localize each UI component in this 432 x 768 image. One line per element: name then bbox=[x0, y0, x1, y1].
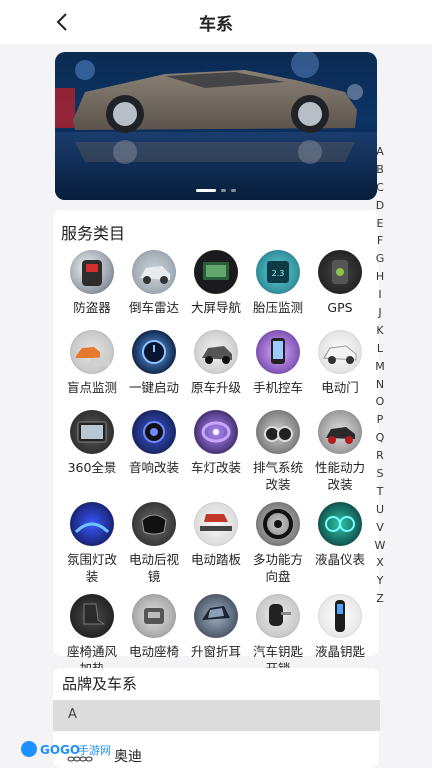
service-item-one-key-start[interactable]: 一键启动 bbox=[123, 330, 185, 410]
index-letter-k[interactable]: K bbox=[371, 322, 389, 340]
service-item-steering-wheel[interactable]: 多功能方向盘 bbox=[247, 502, 309, 594]
index-letter-l[interactable]: L bbox=[371, 340, 389, 358]
index-letter-z[interactable]: Z bbox=[371, 590, 389, 608]
index-letter-m[interactable]: M bbox=[371, 358, 389, 376]
index-letter-t[interactable]: T bbox=[371, 483, 389, 501]
index-letter-e[interactable]: E bbox=[371, 215, 389, 233]
index-letter-q[interactable]: Q bbox=[371, 429, 389, 447]
index-letter-u[interactable]: U bbox=[371, 501, 389, 519]
blind-spot-icon bbox=[70, 330, 114, 374]
ambient-light-icon bbox=[70, 502, 114, 546]
service-item-electric-door[interactable]: 电动门 bbox=[309, 330, 371, 410]
service-item-electric-mirror[interactable]: 电动后视镜 bbox=[123, 502, 185, 594]
window-fold-icon bbox=[194, 594, 238, 638]
svg-text:2.3: 2.3 bbox=[272, 269, 285, 278]
gps-tracker-icon bbox=[318, 250, 362, 294]
service-item-gps[interactable]: GPS bbox=[309, 250, 371, 330]
audio-modification-icon bbox=[132, 410, 176, 454]
navigation-screen-icon bbox=[194, 250, 238, 294]
brand-item-audi[interactable]: 奥迪 bbox=[114, 746, 142, 766]
brand-series-title: 品牌及车系 bbox=[62, 675, 138, 693]
service-item-tire-pressure[interactable]: 2.3 胎压监测 bbox=[247, 250, 309, 330]
service-item-blind-spot[interactable]: 盲点监测 bbox=[61, 330, 123, 410]
service-item-audio[interactable]: 音响改装 bbox=[123, 410, 185, 490]
start-button-icon bbox=[132, 330, 176, 374]
index-letter-y[interactable]: Y bbox=[371, 572, 389, 590]
seat-ventilation-icon bbox=[70, 594, 114, 638]
index-letter-o[interactable]: O bbox=[371, 393, 389, 411]
pagination-dot[interactable] bbox=[221, 189, 226, 192]
headlight-modification-icon bbox=[194, 410, 238, 454]
electric-door-icon bbox=[318, 330, 362, 374]
lcd-dashboard-icon bbox=[318, 502, 362, 546]
index-letter-s[interactable]: S bbox=[371, 465, 389, 483]
page-title: 车系 bbox=[199, 15, 233, 35]
pagination-dot[interactable] bbox=[231, 189, 236, 192]
service-category-card: 服务类目 防盗器 倒车雷达 大屏导航 2.3 胎压监测 GPS 盲点监测 一键启… bbox=[53, 210, 379, 676]
tire-pressure-icon: 2.3 bbox=[256, 250, 300, 294]
pagination-dot-active[interactable] bbox=[196, 189, 216, 192]
service-item-phone-control[interactable]: 手机控车 bbox=[247, 330, 309, 410]
service-item-navigation[interactable]: 大屏导航 bbox=[185, 250, 247, 330]
parking-radar-icon bbox=[132, 250, 176, 294]
service-item-lcd-dashboard[interactable]: 液晶仪表 bbox=[309, 502, 371, 582]
index-letter-a[interactable]: A bbox=[371, 143, 389, 161]
service-item-anti-theft[interactable]: 防盗器 bbox=[61, 250, 123, 330]
electric-step-icon bbox=[194, 502, 238, 546]
index-letter-g[interactable]: G bbox=[371, 250, 389, 268]
index-letter-r[interactable]: R bbox=[371, 447, 389, 465]
service-item-performance[interactable]: 性能动力改装 bbox=[309, 410, 371, 502]
index-letter-d[interactable]: D bbox=[371, 197, 389, 215]
steering-wheel-icon bbox=[256, 502, 300, 546]
service-item-window-fold[interactable]: 升窗折耳 bbox=[185, 594, 247, 674]
promo-banner[interactable] bbox=[55, 52, 377, 200]
service-category-title: 服务类目 bbox=[61, 224, 126, 243]
index-letter-f[interactable]: F bbox=[371, 232, 389, 250]
index-letter-n[interactable]: N bbox=[371, 376, 389, 394]
lcd-key-icon bbox=[318, 594, 362, 638]
index-letter-p[interactable]: P bbox=[371, 411, 389, 429]
index-letter-b[interactable]: B bbox=[371, 161, 389, 179]
service-item-electric-step[interactable]: 电动踏板 bbox=[185, 502, 247, 582]
alphabet-index[interactable]: ABCDEFGHIJKLMNOPQRSTUVWXYZ bbox=[371, 143, 389, 608]
car-alarm-icon bbox=[70, 250, 114, 294]
panorama-360-icon bbox=[70, 410, 114, 454]
svg-text:GOGO: GOGO bbox=[40, 743, 80, 757]
electric-seat-icon bbox=[132, 594, 176, 638]
car-upgrade-icon bbox=[194, 330, 238, 374]
service-item-exhaust[interactable]: 排气系统改装 bbox=[247, 410, 309, 502]
service-item-headlight[interactable]: 车灯改装 bbox=[185, 410, 247, 490]
service-item-parking-radar[interactable]: 倒车雷达 bbox=[123, 250, 185, 330]
service-item-ambient-light[interactable]: 氛围灯改装 bbox=[61, 502, 123, 594]
index-letter-j[interactable]: J bbox=[371, 304, 389, 322]
index-letter-i[interactable]: I bbox=[371, 286, 389, 304]
electric-mirror-icon bbox=[132, 502, 176, 546]
phone-control-icon bbox=[256, 330, 300, 374]
service-item-360-view[interactable]: 360全景 bbox=[61, 410, 123, 490]
watermark-logo: GOGO 手游网 bbox=[20, 738, 112, 762]
index-letter-v[interactable]: V bbox=[371, 519, 389, 537]
index-letter-c[interactable]: C bbox=[371, 179, 389, 197]
index-letter-w[interactable]: W bbox=[371, 537, 389, 555]
exhaust-system-icon bbox=[256, 410, 300, 454]
index-letter-h[interactable]: H bbox=[371, 268, 389, 286]
service-item-lcd-key[interactable]: 液晶钥匙 bbox=[309, 594, 371, 674]
svg-text:手游网: 手游网 bbox=[78, 743, 111, 757]
banner-pagination bbox=[55, 189, 377, 192]
index-letter-x[interactable]: X bbox=[371, 554, 389, 572]
car-key-unlock-icon bbox=[256, 594, 300, 638]
service-item-electric-seat[interactable]: 电动座椅 bbox=[123, 594, 185, 674]
banner-car-image bbox=[55, 52, 377, 200]
performance-tuning-icon bbox=[318, 410, 362, 454]
app-header: 车系 bbox=[0, 0, 432, 44]
service-item-car-upgrade[interactable]: 原车升级 bbox=[185, 330, 247, 410]
service-grid: 防盗器 倒车雷达 大屏导航 2.3 胎压监测 GPS 盲点监测 一键启动 原车升… bbox=[53, 250, 379, 686]
section-header-letter: A bbox=[53, 700, 380, 731]
